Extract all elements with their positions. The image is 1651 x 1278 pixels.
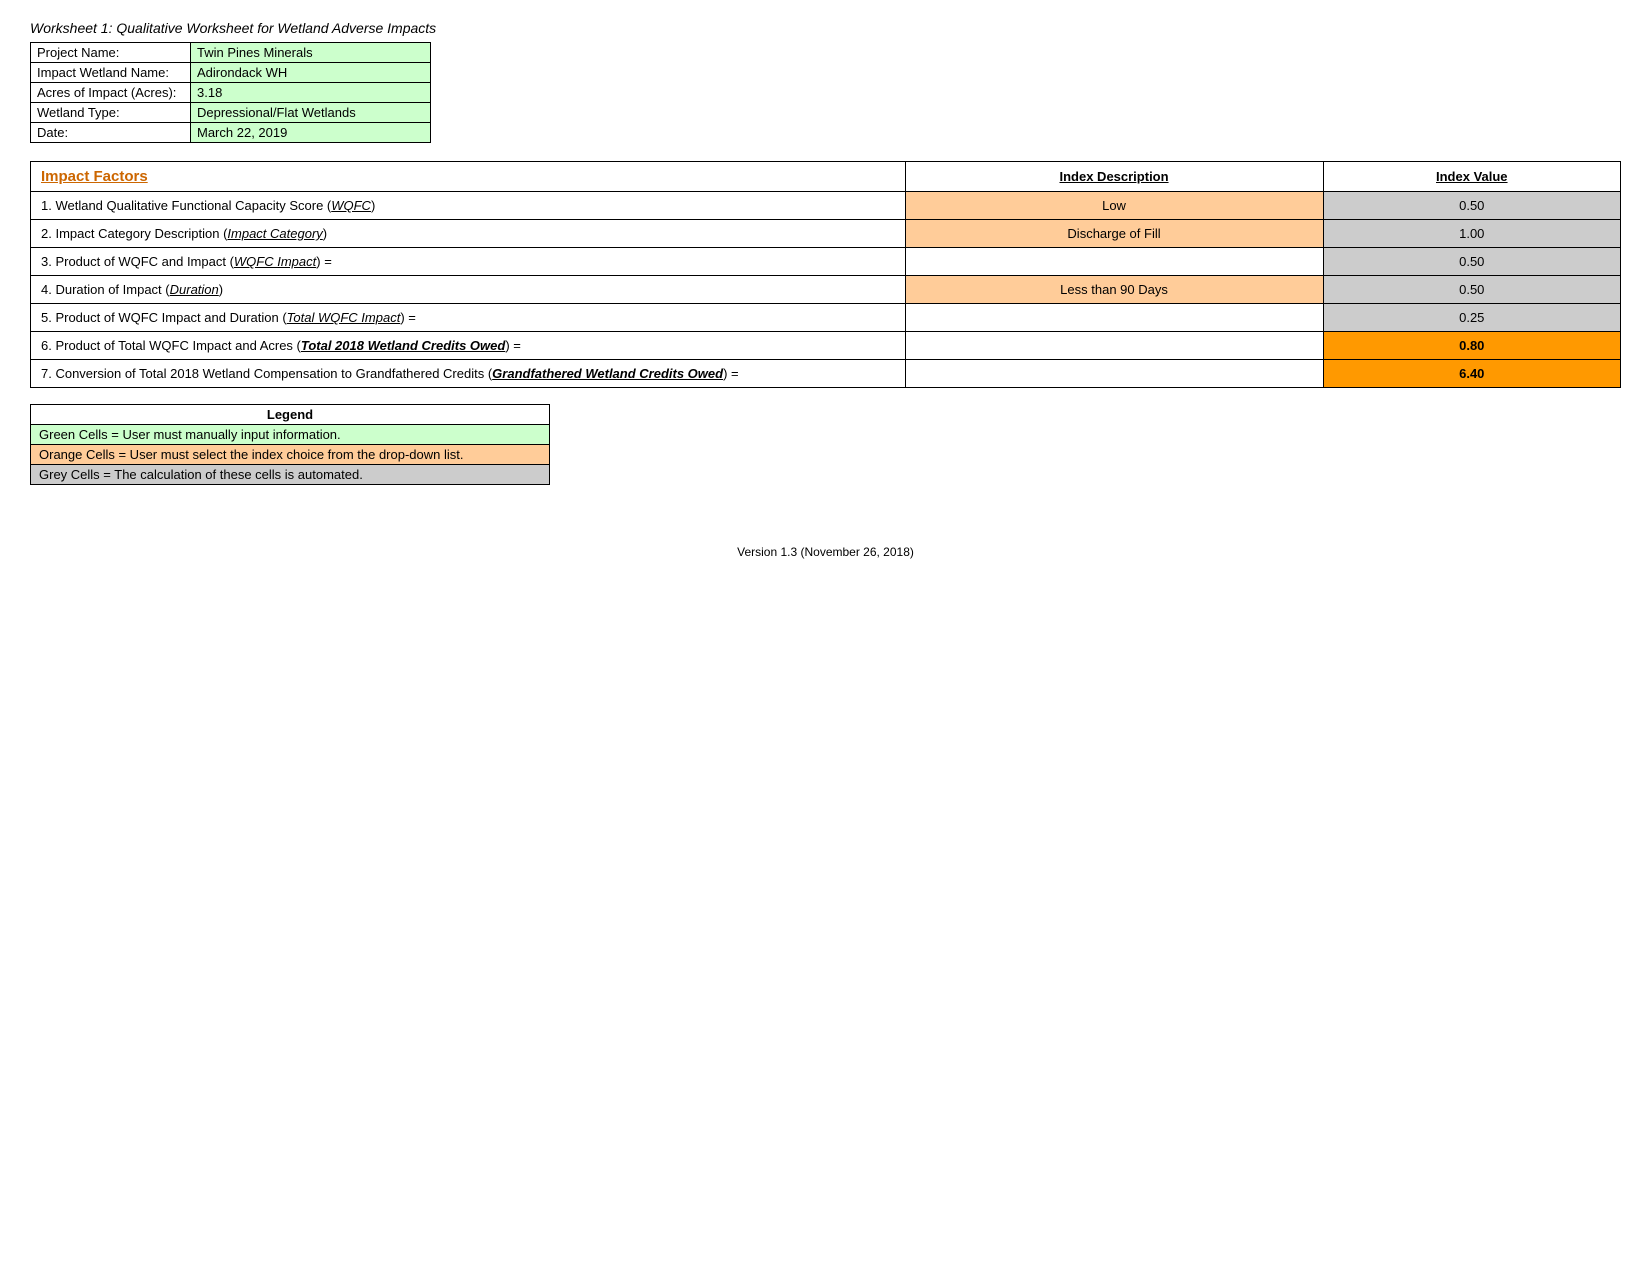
factor-cell-7: 7. Conversion of Total 2018 Wetland Comp…: [31, 360, 906, 388]
worksheet-title: Worksheet 1: Qualitative Worksheet for W…: [30, 20, 1621, 36]
legend-title: Legend: [31, 405, 550, 425]
desc-cell-3: [905, 248, 1323, 276]
table-row: 4. Duration of Impact (Duration)Less tha…: [31, 276, 1621, 304]
value-cell-5: 0.25: [1323, 304, 1620, 332]
value-cell-2: 1.00: [1323, 220, 1620, 248]
factor-link-7: Grandfathered Wetland Credits Owed: [492, 366, 723, 381]
value-cell-6: 0.80: [1323, 332, 1620, 360]
col-index-description: Index Description: [905, 162, 1323, 192]
info-row-acres: Acres of Impact (Acres): 3.18: [31, 83, 431, 103]
value-cell-1: 0.50: [1323, 192, 1620, 220]
factor-cell-2: 2. Impact Category Description (Impact C…: [31, 220, 906, 248]
info-row-date: Date: March 22, 2019: [31, 123, 431, 143]
legend-green-row: Green Cells = User must manually input i…: [31, 425, 550, 445]
table-row: 2. Impact Category Description (Impact C…: [31, 220, 1621, 248]
table-row: 1. Wetland Qualitative Functional Capaci…: [31, 192, 1621, 220]
desc-cell-5: [905, 304, 1323, 332]
factor-link-3: WQFC Impact: [234, 254, 316, 269]
factor-link-6: Total 2018 Wetland Credits Owed: [301, 338, 505, 353]
factor-link-2: Impact Category: [227, 226, 322, 241]
legend-orange-row: Orange Cells = User must select the inde…: [31, 445, 550, 465]
acres-label: Acres of Impact (Acres):: [31, 83, 191, 103]
table-row: 5. Product of WQFC Impact and Duration (…: [31, 304, 1621, 332]
wetland-type-label: Wetland Type:: [31, 103, 191, 123]
legend-orange-text: Orange Cells = User must select the inde…: [31, 445, 550, 465]
wetland-name-label: Impact Wetland Name:: [31, 63, 191, 83]
legend-table: Legend Green Cells = User must manually …: [30, 404, 550, 485]
table-row: 3. Product of WQFC and Impact (WQFC Impa…: [31, 248, 1621, 276]
value-cell-7: 6.40: [1323, 360, 1620, 388]
acres-value: 3.18: [191, 83, 431, 103]
header-row: Impact Factors Index Description Index V…: [31, 162, 1621, 192]
project-name-label: Project Name:: [31, 43, 191, 63]
info-row-project: Project Name: Twin Pines Minerals: [31, 43, 431, 63]
col-impact-factors: Impact Factors: [31, 162, 906, 192]
wetland-name-value: Adirondack WH: [191, 63, 431, 83]
legend-green-text: Green Cells = User must manually input i…: [31, 425, 550, 445]
table-row: 6. Product of Total WQFC Impact and Acre…: [31, 332, 1621, 360]
table-row: 7. Conversion of Total 2018 Wetland Comp…: [31, 360, 1621, 388]
desc-cell-2: Discharge of Fill: [905, 220, 1323, 248]
factor-cell-4: 4. Duration of Impact (Duration): [31, 276, 906, 304]
legend-grey-row: Grey Cells = The calculation of these ce…: [31, 465, 550, 485]
value-cell-4: 0.50: [1323, 276, 1620, 304]
factor-cell-3: 3. Product of WQFC and Impact (WQFC Impa…: [31, 248, 906, 276]
value-cell-3: 0.50: [1323, 248, 1620, 276]
col-index-value: Index Value: [1323, 162, 1620, 192]
desc-cell-6: [905, 332, 1323, 360]
factor-link-5: Total WQFC Impact: [287, 310, 401, 325]
info-row-wetland-type: Wetland Type: Depressional/Flat Wetlands: [31, 103, 431, 123]
factor-cell-6: 6. Product of Total WQFC Impact and Acre…: [31, 332, 906, 360]
wetland-type-value: Depressional/Flat Wetlands: [191, 103, 431, 123]
info-table: Project Name: Twin Pines Minerals Impact…: [30, 42, 431, 143]
date-label: Date:: [31, 123, 191, 143]
factor-link-1: WQFC: [331, 198, 371, 213]
desc-cell-4: Less than 90 Days: [905, 276, 1323, 304]
version-footer: Version 1.3 (November 26, 2018): [30, 545, 1621, 559]
desc-cell-1: Low: [905, 192, 1323, 220]
legend-grey-text: Grey Cells = The calculation of these ce…: [31, 465, 550, 485]
desc-cell-7: [905, 360, 1323, 388]
main-table: Impact Factors Index Description Index V…: [30, 161, 1621, 388]
info-row-wetland: Impact Wetland Name: Adirondack WH: [31, 63, 431, 83]
legend-title-row: Legend: [31, 405, 550, 425]
factor-link-4: Duration: [170, 282, 219, 297]
factor-cell-1: 1. Wetland Qualitative Functional Capaci…: [31, 192, 906, 220]
date-value: March 22, 2019: [191, 123, 431, 143]
factor-cell-5: 5. Product of WQFC Impact and Duration (…: [31, 304, 906, 332]
project-name-value: Twin Pines Minerals: [191, 43, 431, 63]
